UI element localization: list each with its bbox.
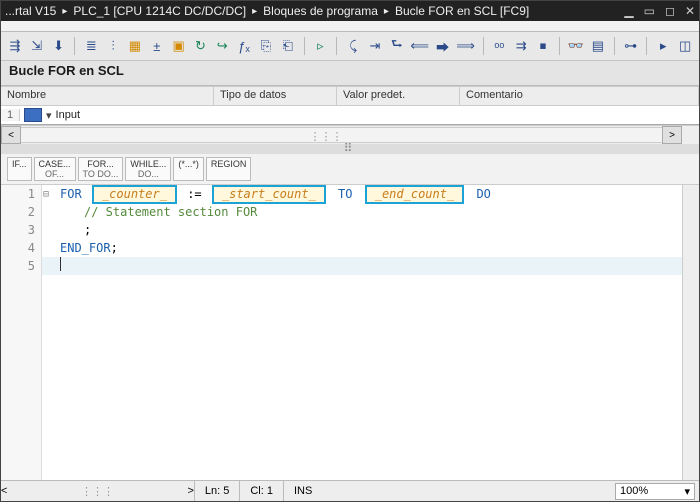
col-comment[interactable]: Comentario xyxy=(460,87,699,105)
go-icon[interactable]: ⇉ xyxy=(513,37,529,55)
semicolon: ; xyxy=(60,223,91,237)
watch-icon[interactable]: ᵒᵒ xyxy=(491,37,507,55)
col-default[interactable]: Valor predet. xyxy=(337,87,460,105)
minimize-button[interactable]: ▁ xyxy=(624,4,633,18)
refresh-icon[interactable]: ↻ xyxy=(193,37,209,55)
breadcrumb-block[interactable]: Bucle FOR en SCL [FC9] xyxy=(395,4,529,18)
tpl-if[interactable]: IF... xyxy=(7,157,32,181)
download-icon[interactable]: ⬇ xyxy=(51,37,67,55)
monitor-icon[interactable]: ▣ xyxy=(171,37,187,55)
glasses-icon[interactable]: 👓 xyxy=(568,37,584,55)
stop-icon[interactable]: ⏹ xyxy=(535,37,551,55)
block-icon[interactable]: ▦ xyxy=(127,37,143,55)
tpl-case[interactable]: CASE...OF... xyxy=(34,157,76,181)
scl-template-bar: IF... CASE...OF... FOR...TO DO... WHILE.… xyxy=(1,154,699,185)
scroll-track[interactable]: ⋮⋮⋮ xyxy=(21,127,662,143)
ph-counter[interactable]: _counter_ xyxy=(92,185,177,204)
chevron-right-icon: ▸ xyxy=(384,6,389,17)
kw-endfor: END_FOR xyxy=(60,241,111,255)
code-editor[interactable]: 1 2 3 4 5 FOR _counter_ := _start_count_… xyxy=(1,185,699,480)
ph-end[interactable]: _end_count_ xyxy=(365,185,464,204)
row-number: 1 xyxy=(1,109,20,121)
hscroll-thumb[interactable]: ⋮⋮⋮ xyxy=(7,485,187,498)
expand-icon[interactable]: ▸ xyxy=(655,37,671,55)
line-gutter: 1 2 3 4 5 xyxy=(1,185,42,480)
step-icon[interactable]: ⟹ xyxy=(457,37,475,55)
status-col: Cl: 1 xyxy=(239,481,283,501)
row-label: Input xyxy=(56,109,80,121)
kw-do: DO xyxy=(476,187,490,201)
ph-start[interactable]: _start_count_ xyxy=(212,185,326,204)
restore-button[interactable]: ▭ xyxy=(644,4,655,18)
scroll-right-icon[interactable]: > xyxy=(662,126,682,144)
semicolon: ; xyxy=(111,241,118,255)
maximize-button[interactable]: ◻ xyxy=(665,4,675,18)
title-bar: ...rtal V15 ▸ PLC_1 [CPU 1214C DC/DC/DC]… xyxy=(1,1,699,21)
close-button[interactable]: ✕ xyxy=(685,4,695,18)
tool-icon[interactable]: ⎘ xyxy=(258,37,274,55)
splitter[interactable]: ⠿ xyxy=(1,144,699,154)
tpl-comment[interactable]: (*...*) xyxy=(173,157,204,181)
collapse-icon[interactable]: ▾ xyxy=(46,109,52,122)
comment-line: // Statement section FOR xyxy=(60,205,257,219)
kw-for: FOR xyxy=(60,187,82,201)
indent-icon[interactable]: ⫶ xyxy=(105,37,121,55)
tag-icon xyxy=(24,108,42,122)
interface-hscroll[interactable]: < ⋮⋮⋮ > xyxy=(1,125,699,144)
col-type[interactable]: Tipo de datos xyxy=(214,87,337,105)
tool-icon[interactable]: ⎗ xyxy=(280,37,296,55)
step-icon[interactable]: ⤹ xyxy=(345,37,361,55)
cursor-line[interactable] xyxy=(42,257,682,275)
status-ins: INS xyxy=(283,481,322,501)
tool-icon[interactable]: ± xyxy=(149,37,165,55)
step-icon[interactable]: ⟸ xyxy=(411,37,429,55)
tpl-for[interactable]: FOR...TO DO... xyxy=(78,157,124,181)
tpl-while[interactable]: WHILE...DO... xyxy=(125,157,171,181)
breadcrumb-folder[interactable]: Bloques de programa xyxy=(263,4,378,18)
tool-icon[interactable]: ⇶ xyxy=(7,37,23,55)
op-assign: := xyxy=(187,187,201,201)
step-icon[interactable]: ⇥ xyxy=(367,37,383,55)
chevron-down-icon: ▾ xyxy=(684,485,690,498)
kw-to: TO xyxy=(338,187,352,201)
editor-vscroll[interactable] xyxy=(682,185,699,480)
tab-strip xyxy=(1,21,699,32)
tool-icon[interactable]: ▤ xyxy=(590,37,606,55)
interface-grid: Nombre Tipo de datos Valor predet. Comen… xyxy=(1,86,699,125)
compile-icon[interactable]: ▹ xyxy=(313,37,329,55)
grid-row-input[interactable]: 1 ▾ Input xyxy=(1,106,699,124)
tpl-region[interactable]: REGION xyxy=(206,157,252,181)
scroll-left-icon[interactable]: < xyxy=(1,126,21,144)
breadcrumb-plc[interactable]: PLC_1 [CPU 1214C DC/DC/DC] xyxy=(73,4,246,18)
chevron-right-icon: ▸ xyxy=(62,6,67,17)
panel-icon[interactable]: ◫ xyxy=(677,37,693,55)
goto-icon[interactable]: ↪ xyxy=(214,37,230,55)
breadcrumb-portal: ...rtal V15 xyxy=(5,4,56,18)
editor-toolbar: ⇶ ⇲ ⬇ ≣ ⫶ ▦ ± ▣ ↻ ↪ ƒₓ ⎘ ⎗ ▹ ⤹ ⇥ ⮑ ⟸ ⮕ ⟹… xyxy=(1,32,699,61)
status-line: Ln: 5 xyxy=(194,481,239,501)
link-icon[interactable]: ⊶ xyxy=(623,37,639,55)
chevron-right-icon: ▸ xyxy=(252,6,257,17)
status-bar: < ⋮⋮⋮ > Ln: 5 Cl: 1 INS 100%▾ xyxy=(1,480,699,501)
function-title: Bucle FOR en SCL xyxy=(1,61,699,86)
tool-icon[interactable]: ƒₓ xyxy=(236,37,252,55)
col-name[interactable]: Nombre xyxy=(1,87,214,105)
step-icon[interactable]: ⮕ xyxy=(435,37,451,55)
tool-icon[interactable]: ⇲ xyxy=(29,37,45,55)
zoom-selector[interactable]: 100%▾ xyxy=(615,483,695,500)
list-icon[interactable]: ≣ xyxy=(83,37,99,55)
step-icon[interactable]: ⮑ xyxy=(389,37,405,55)
code-area[interactable]: FOR _counter_ := _start_count_ TO _end_c… xyxy=(42,185,682,480)
